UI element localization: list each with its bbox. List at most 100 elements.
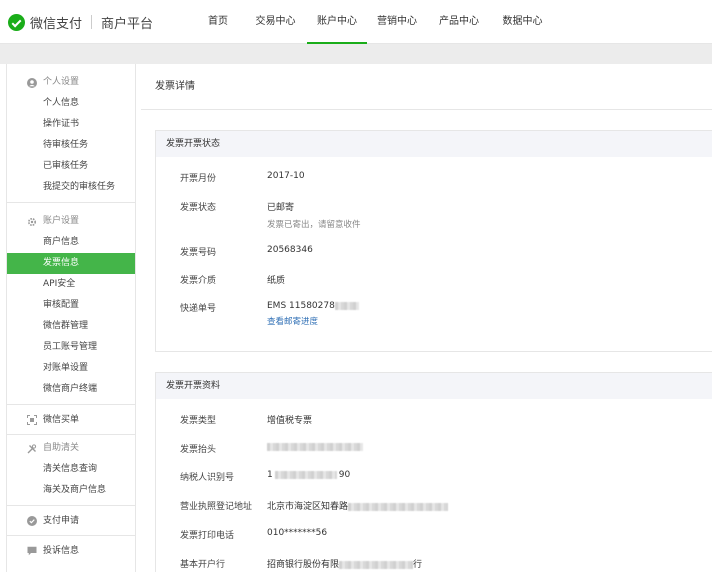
sidebar-head-customs: 自助清关	[7, 438, 135, 459]
sidebar-group-personal: 个人设置 个人信息 操作证书 待审核任务 已审核任务 我提交的审核任务	[7, 64, 135, 203]
nav-data[interactable]: 数据中心	[493, 0, 552, 44]
check-circle-icon	[27, 515, 37, 526]
sidebar-head-label: 自助清关	[43, 443, 80, 453]
redacted-text	[339, 560, 414, 569]
invoice-info-panel: 发票开票资料 发票类型 增值税专票 发票抬头 纳税人识别号 1 90 营业执照登记…	[155, 372, 712, 572]
sidebar-item-complaint[interactable]: 投诉信息	[7, 536, 135, 566]
brand-name: 微信支付	[30, 16, 83, 32]
brand-divider	[91, 15, 93, 29]
section-title: 发票开票资料	[156, 373, 712, 399]
nav-trade[interactable]: 交易中心	[246, 0, 305, 44]
field-label: 发票号码	[180, 248, 217, 258]
sidebar-item-merchant-info[interactable]: 商户信息	[7, 232, 135, 253]
sidebar-item-payment-apply[interactable]: 支付申请	[7, 506, 135, 536]
sidebar-head-personal: 个人设置	[7, 72, 135, 93]
field-value: EMS 11580278	[267, 301, 359, 311]
nav-marketing[interactable]: 营销中心	[369, 0, 425, 44]
user-icon	[27, 77, 37, 88]
sidebar: 个人设置 个人信息 操作证书 待审核任务 已审核任务 我提交的审核任务 账户设置…	[6, 64, 136, 572]
field-invoice-month: 开票月份 2017-10	[156, 171, 712, 184]
field-label: 发票打印电话	[180, 531, 235, 541]
sidebar-item-customs-query[interactable]: 清关信息查询	[7, 459, 135, 480]
tools-icon	[27, 443, 37, 453]
field-value: 2017-10	[267, 171, 305, 181]
track-shipment-link[interactable]: 查看邮寄进度	[267, 315, 359, 327]
field-label: 发票状态	[180, 203, 217, 213]
top-bar: 微信支付 商户平台 首页 交易中心 账户中心 营销中心 产品中心 数据中心	[0, 0, 712, 44]
redacted-text	[267, 442, 363, 451]
field-value	[267, 442, 363, 455]
sidebar-item-reviewed[interactable]: 已审核任务	[7, 156, 135, 177]
field-label: 发票抬头	[180, 445, 217, 455]
sidebar-item-invoice-info[interactable]: 发票信息	[7, 253, 135, 274]
field-invoice-type: 发票类型 增值税专票	[156, 413, 712, 426]
field-invoice-header: 发票抬头	[156, 442, 712, 455]
sidebar-head-label: 账户设置	[43, 216, 80, 226]
sidebar-item-my-submissions[interactable]: 我提交的审核任务	[7, 177, 135, 198]
sidebar-item-wechat-order[interactable]: 微信买单	[7, 405, 135, 435]
sidebar-head-account: 账户设置	[7, 211, 135, 232]
taxid-prefix: 1	[267, 470, 273, 480]
field-label: 基本开户行	[180, 560, 226, 570]
field-print-phone: 发票打印电话 010*******56	[156, 528, 712, 541]
field-value: 招商银行股份有限 行	[267, 557, 422, 570]
sidebar-item-label: 支付申请	[43, 515, 80, 526]
field-registered-address: 营业执照登记地址 北京市海淀区知春路	[156, 499, 712, 512]
field-tracking-number: 快递单号 EMS 11580278 查看邮寄进度	[156, 301, 712, 327]
bank-prefix: 招商银行股份有限	[267, 560, 340, 570]
field-label: 发票介质	[180, 276, 217, 286]
field-value: 纸质	[267, 276, 286, 286]
sidebar-item-statement-settings[interactable]: 对账单设置	[7, 358, 135, 379]
sidebar-group-account: 账户设置 商户信息 发票信息 API安全 审核配置 微信群管理 员工账号管理 对…	[7, 203, 135, 405]
scan-icon	[27, 414, 37, 425]
field-value: 增值税专票	[267, 416, 313, 426]
bank-suffix: 行	[413, 560, 423, 570]
field-taxpayer-id: 纳税人识别号 1 90	[156, 470, 712, 483]
field-value: 010*******56	[267, 528, 328, 538]
brand-logo[interactable]: 微信支付 商户平台	[8, 12, 153, 32]
redacted-text	[274, 470, 337, 479]
sidebar-group-customs: 自助清关 清关信息查询 海关及商户信息	[7, 435, 135, 506]
gear-icon	[27, 217, 37, 226]
invoice-status-panel: 发票开票状态 开票月份 2017-10 发票状态 已邮寄 发票已寄出，请留意收件…	[155, 130, 712, 352]
field-label: 开票月份	[180, 174, 217, 184]
sidebar-item-wechat-group[interactable]: 微信群管理	[7, 316, 135, 337]
section-title: 发票开票状态	[156, 131, 712, 157]
field-label: 快递单号	[180, 304, 217, 314]
field-value: 已邮寄	[267, 203, 295, 213]
status-note: 发票已寄出，请留意收件	[267, 220, 361, 230]
main-content: 发票详情 发票开票状态 开票月份 2017-10 发票状态 已邮寄 发票已寄出，…	[141, 64, 712, 572]
field-value: 1 90	[267, 470, 350, 483]
sidebar-item-profile[interactable]: 个人信息	[7, 93, 135, 114]
sidebar-item-merchant-terminal[interactable]: 微信商户终端	[7, 379, 135, 400]
field-value: 20568346	[267, 245, 313, 255]
address-text: 北京市海淀区知春路	[267, 502, 349, 512]
sidebar-item-review-config[interactable]: 审核配置	[7, 295, 135, 316]
sidebar-item-label: 投诉信息	[43, 546, 80, 556]
page-title: 发票详情	[141, 64, 712, 110]
sidebar-item-staff-accounts[interactable]: 员工账号管理	[7, 337, 135, 358]
field-invoice-number: 发票号码 20568346	[156, 245, 712, 258]
field-label: 发票类型	[180, 416, 217, 426]
sidebar-item-certificate[interactable]: 操作证书	[7, 114, 135, 135]
field-invoice-medium: 发票介质 纸质	[156, 273, 712, 286]
main-nav: 首页 交易中心 账户中心 营销中心 产品中心 数据中心	[190, 0, 552, 44]
field-bank: 基本开户行 招商银行股份有限 行	[156, 557, 712, 570]
sidebar-item-label: 微信买单	[43, 414, 80, 425]
sidebar-item-api-security[interactable]: API安全	[7, 274, 135, 295]
nav-product[interactable]: 产品中心	[425, 0, 493, 44]
field-label: 纳税人识别号	[180, 473, 235, 483]
sidebar-item-pending-review[interactable]: 待审核任务	[7, 135, 135, 156]
wechat-pay-icon	[8, 13, 25, 31]
redacted-text	[348, 502, 449, 511]
sidebar-item-customs-merchant[interactable]: 海关及商户信息	[7, 480, 135, 501]
nav-account[interactable]: 账户中心	[305, 0, 369, 44]
message-icon	[27, 546, 37, 556]
sidebar-head-label: 个人设置	[43, 77, 80, 87]
brand-subtitle: 商户平台	[101, 16, 154, 32]
field-invoice-status: 发票状态 已邮寄 发票已寄出，请留意收件	[156, 200, 712, 230]
nav-home[interactable]: 首页	[190, 0, 246, 44]
redacted-text	[334, 301, 359, 310]
field-value: 北京市海淀区知春路	[267, 499, 449, 512]
header-gap	[0, 44, 712, 64]
